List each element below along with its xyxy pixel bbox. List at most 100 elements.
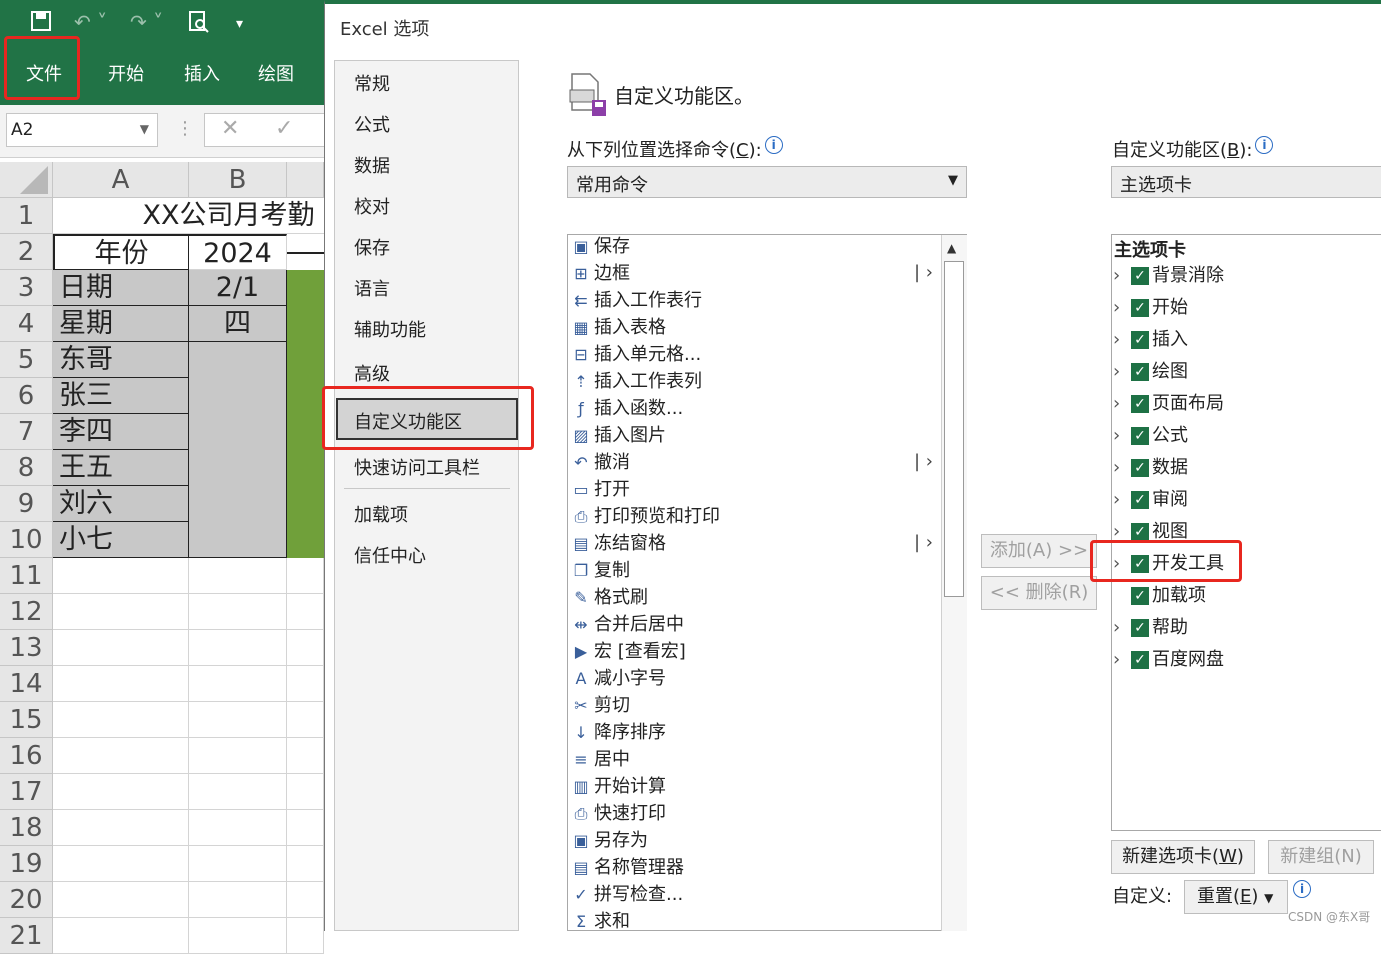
command-item[interactable]: ⇹ 合并后居中 [570, 611, 684, 638]
empty-cell[interactable] [189, 702, 287, 738]
empty-cell[interactable] [287, 666, 324, 702]
command-item[interactable]: ⇇ 插入工作表行 [570, 287, 702, 314]
empty-cell[interactable] [53, 738, 189, 774]
row-header[interactable]: 5 [0, 342, 53, 378]
row-header[interactable]: 19 [0, 846, 53, 882]
info-icon[interactable]: i [1255, 136, 1274, 154]
nav-item-accessibility[interactable]: 辅助功能 [354, 316, 426, 342]
ribbon-tab-item[interactable]: › ✓ 开始 [1113, 292, 1188, 324]
name-cell[interactable]: 小七 [53, 522, 189, 558]
year-label-cell[interactable]: 年份 [53, 234, 189, 270]
nav-item-general[interactable]: 常规 [354, 70, 390, 96]
command-item[interactable]: ≡ 居中 [570, 746, 630, 773]
ribbon-tab-item[interactable]: › ✓ 背景消除 [1113, 260, 1224, 292]
customize-qat-icon[interactable]: ▾ [236, 16, 243, 32]
nav-item-language[interactable]: 语言 [354, 275, 390, 301]
title-cell[interactable]: XX公司月考勤 [53, 198, 324, 234]
command-item[interactable]: ▨ 插入图片 [570, 422, 666, 449]
row-header[interactable]: 10 [0, 522, 53, 558]
command-item[interactable]: ⊟ 插入单元格... [570, 341, 701, 368]
cancel-icon[interactable]: ✕ [221, 116, 239, 141]
row-header[interactable]: 7 [0, 414, 53, 450]
save-icon[interactable] [30, 10, 52, 37]
select-all-corner[interactable] [0, 162, 53, 198]
checkbox[interactable]: ✓ [1131, 651, 1149, 669]
nav-item-formulas[interactable]: 公式 [354, 111, 390, 137]
empty-cell[interactable] [189, 594, 287, 630]
expand-icon[interactable]: › [1113, 324, 1131, 356]
empty-cell[interactable] [287, 774, 324, 810]
command-item[interactable]: ⎙ 快速打印 [570, 800, 666, 827]
row-header[interactable]: 1 [0, 198, 53, 234]
add-button[interactable]: 添加(A) >> [981, 534, 1097, 568]
nav-item-advanced[interactable]: 高级 [354, 360, 390, 386]
command-item[interactable]: ▭ 打开 [570, 476, 630, 503]
expand-icon[interactable]: › [1113, 292, 1131, 324]
empty-cell[interactable] [53, 594, 189, 630]
new-group-button[interactable]: 新建组(N) [1268, 840, 1374, 874]
empty-cell[interactable] [287, 594, 324, 630]
year-value-cell[interactable]: 2024 [189, 234, 287, 270]
column-header-a[interactable]: A [53, 162, 189, 198]
ribbon-tab-item[interactable]: › ✓ 帮助 [1113, 612, 1188, 644]
row-header[interactable]: 21 [0, 918, 53, 954]
command-item[interactable]: ❐ 复制 [570, 557, 630, 584]
empty-cell[interactable] [189, 846, 287, 882]
row-header[interactable]: 8 [0, 450, 53, 486]
command-item[interactable]: ⎙ 打印预览和打印 [570, 503, 720, 530]
empty-cell[interactable] [189, 918, 287, 954]
empty-cell[interactable] [287, 810, 324, 846]
empty-cell[interactable] [53, 558, 189, 594]
scrollbar-thumb[interactable] [944, 261, 964, 597]
scroll-up-icon[interactable]: ▲ [947, 241, 956, 255]
info-icon[interactable]: i [764, 136, 783, 154]
checkbox[interactable]: ✓ [1131, 363, 1149, 381]
row-header[interactable]: 3 [0, 270, 53, 306]
tab-insert[interactable]: 插入 [184, 60, 220, 86]
row-header[interactable]: 17 [0, 774, 53, 810]
empty-cell[interactable] [53, 702, 189, 738]
command-item[interactable]: ▤ 名称管理器 [570, 854, 684, 881]
column-header-b[interactable]: B [189, 162, 287, 198]
ribbon-tab-item[interactable]: › ✓ 审阅 [1113, 484, 1188, 516]
expand-icon[interactable]: › [1113, 420, 1131, 452]
row-header[interactable]: 18 [0, 810, 53, 846]
customize-ribbon-select[interactable]: 主选项卡 [1111, 166, 1381, 198]
weekday-label-cell[interactable]: 星期 [53, 306, 189, 342]
command-item[interactable]: ⊞ 边框 [570, 260, 630, 287]
command-item[interactable]: ▤ 冻结窗格 [570, 530, 666, 557]
empty-cell[interactable] [53, 630, 189, 666]
empty-cell[interactable] [189, 738, 287, 774]
column-header-c[interactable] [287, 162, 324, 198]
tab-draw[interactable]: 绘图 [258, 60, 294, 86]
command-item[interactable]: ▦ 插入表格 [570, 314, 666, 341]
nav-item-trust-center[interactable]: 信任中心 [354, 542, 426, 568]
commands-scrollbar[interactable]: ▲ [941, 235, 967, 931]
command-item[interactable]: A 减小字号 [570, 665, 666, 692]
checkbox[interactable]: ✓ [1131, 459, 1149, 477]
ribbon-tab-item[interactable]: › ✓ 页面布局 [1113, 388, 1224, 420]
enter-icon[interactable]: ✓ [275, 116, 293, 141]
expand-icon[interactable]: › [1113, 356, 1131, 388]
command-item[interactable]: ƒ 插入函数... [570, 395, 683, 422]
expand-icon[interactable]: › [1113, 388, 1131, 420]
empty-cell[interactable] [287, 630, 324, 666]
expand-icon[interactable]: › [1113, 452, 1131, 484]
redo-icon[interactable]: ↷ ˅ [130, 10, 163, 34]
name-cell[interactable]: 东哥 [53, 342, 189, 378]
checkbox[interactable]: ✓ [1131, 491, 1149, 509]
row-header[interactable]: 6 [0, 378, 53, 414]
expand-icon[interactable]: › [1113, 612, 1131, 644]
ribbon-tab-item[interactable]: › ✓ 公式 [1113, 420, 1188, 452]
empty-cell[interactable] [189, 774, 287, 810]
ribbon-tab-item[interactable]: › ✓ 数据 [1113, 452, 1188, 484]
empty-cell[interactable] [189, 666, 287, 702]
green-cells[interactable] [287, 270, 324, 558]
empty-cell[interactable] [53, 774, 189, 810]
row-header[interactable]: 20 [0, 882, 53, 918]
weekday-value-cell[interactable]: 四 [189, 306, 287, 342]
empty-cell[interactable] [189, 810, 287, 846]
empty-cell[interactable] [287, 738, 324, 774]
name-box[interactable]: A2 ▼ [6, 113, 158, 147]
command-item[interactable]: ⇡ 插入工作表列 [570, 368, 702, 395]
